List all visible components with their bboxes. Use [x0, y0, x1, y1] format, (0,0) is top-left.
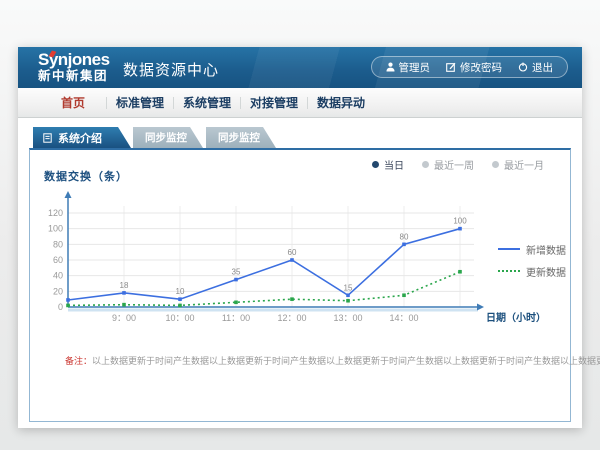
- svg-text:18: 18: [120, 281, 129, 290]
- admin-user-label: 管理员: [399, 60, 431, 75]
- nav-item-interface-mgmt[interactable]: 对接管理: [241, 94, 307, 111]
- legend-item-new-data: 新增数据: [498, 238, 566, 260]
- svg-text:13：00: 13：00: [333, 313, 362, 323]
- user-toolbar: 管理员 修改密码 退出: [371, 56, 569, 78]
- nav-item-system-mgmt[interactable]: 系统管理: [174, 94, 240, 111]
- edit-icon: [446, 62, 456, 72]
- svg-text:日期（小时）: 日期（小时）: [486, 311, 546, 324]
- logout-button[interactable]: 退出: [518, 60, 553, 75]
- tab-label: 同步监控: [145, 130, 187, 145]
- radio-last-week[interactable]: 最近一周: [422, 157, 474, 172]
- svg-text:80: 80: [400, 232, 409, 241]
- svg-text:15: 15: [344, 283, 353, 292]
- tab-bar: 系统介绍 同步监控 同步监控: [18, 127, 582, 148]
- logo-text-en: Synjones: [38, 50, 110, 69]
- radio-today[interactable]: 当日: [372, 157, 404, 172]
- tab-system-intro[interactable]: 系统介绍: [33, 127, 131, 148]
- radio-label: 最近一周: [434, 157, 474, 172]
- green-dotted-swatch-icon: [498, 270, 520, 272]
- tab-sync-monitor-2[interactable]: 同步监控: [206, 127, 276, 148]
- radio-label: 当日: [384, 157, 404, 172]
- radio-dot-icon: [422, 161, 429, 168]
- svg-text:60: 60: [288, 248, 297, 257]
- logo-text-cn: 新中新集团: [38, 70, 110, 83]
- legend-label: 更新数据: [526, 264, 566, 279]
- document-icon: [43, 133, 52, 143]
- footnote-label: 备注：: [65, 356, 92, 366]
- tab-label: 系统介绍: [58, 130, 102, 146]
- radio-dot-icon: [492, 161, 499, 168]
- app-window: Synjones 新中新集团 数据资源中心 管理员 修改密码 退出: [18, 47, 582, 428]
- svg-text:120: 120: [48, 208, 63, 218]
- line-chart: 0 20 40 60 80 100 120 18 10 35 60 15 80 100 9：00 10：00 1…: [38, 188, 568, 328]
- legend-label: 新增数据: [526, 242, 566, 257]
- radio-dot-icon: [372, 161, 379, 168]
- svg-text:14：00: 14：00: [389, 313, 418, 323]
- page-background: Synjones 新中新集团 数据资源中心 管理员 修改密码 退出: [0, 0, 600, 450]
- svg-text:60: 60: [53, 255, 63, 265]
- nav-item-data-change[interactable]: 数据异动: [308, 94, 374, 111]
- nav-item-home[interactable]: 首页: [40, 94, 106, 111]
- svg-text:35: 35: [232, 268, 241, 277]
- svg-text:12：00: 12：00: [277, 313, 306, 323]
- chart-legend: 新增数据 更新数据: [498, 238, 566, 282]
- svg-text:100: 100: [453, 217, 467, 226]
- tab-sync-monitor-1[interactable]: 同步监控: [133, 127, 203, 148]
- svg-text:40: 40: [53, 271, 63, 281]
- brand-logo: Synjones 新中新集团: [38, 51, 110, 83]
- svg-text:11：00: 11：00: [222, 313, 250, 323]
- svg-text:10：00: 10：00: [165, 313, 194, 323]
- page-title: 数据资源中心: [123, 59, 219, 80]
- svg-text:10: 10: [176, 287, 185, 296]
- svg-text:9：00: 9：00: [112, 313, 136, 323]
- y-axis-title: 数据交换（条）: [44, 168, 128, 184]
- nav-item-standard-mgmt[interactable]: 标准管理: [107, 94, 173, 111]
- period-filter-group: 当日 最近一周 最近一月: [372, 157, 544, 172]
- change-password-button[interactable]: 修改密码: [446, 60, 502, 75]
- user-icon: [386, 62, 395, 72]
- admin-user-button[interactable]: 管理员: [386, 60, 431, 75]
- app-header: Synjones 新中新集团 数据资源中心 管理员 修改密码 退出: [18, 47, 582, 88]
- logout-label: 退出: [532, 60, 553, 75]
- legend-item-update-data: 更新数据: [498, 260, 566, 282]
- blue-line-swatch-icon: [498, 248, 520, 250]
- radio-last-month[interactable]: 最近一月: [492, 157, 544, 172]
- svg-text:0: 0: [58, 302, 63, 312]
- change-password-label: 修改密码: [460, 60, 502, 75]
- radio-label: 最近一月: [504, 157, 544, 172]
- tab-label: 同步监控: [218, 130, 260, 145]
- footnote-text: 以上数据更新于时间产生数据以上数据更新于时间产生数据以上数据更新于时间产生数据以…: [92, 356, 600, 366]
- svg-text:20: 20: [53, 286, 63, 296]
- logo-wordmark: Synjones: [38, 51, 110, 69]
- svg-text:100: 100: [48, 224, 63, 234]
- main-nav: 首页 标准管理 系统管理 对接管理 数据异动: [18, 88, 582, 118]
- footnote: 备注：以上数据更新于时间产生数据以上数据更新于时间产生数据以上数据更新于时间产生…: [65, 354, 600, 367]
- content-panel: 当日 最近一周 最近一月 数据交换（条） 0 20 40 60 80 100 120 18 10…: [29, 148, 571, 422]
- svg-text:80: 80: [53, 239, 63, 249]
- power-icon: [518, 62, 528, 72]
